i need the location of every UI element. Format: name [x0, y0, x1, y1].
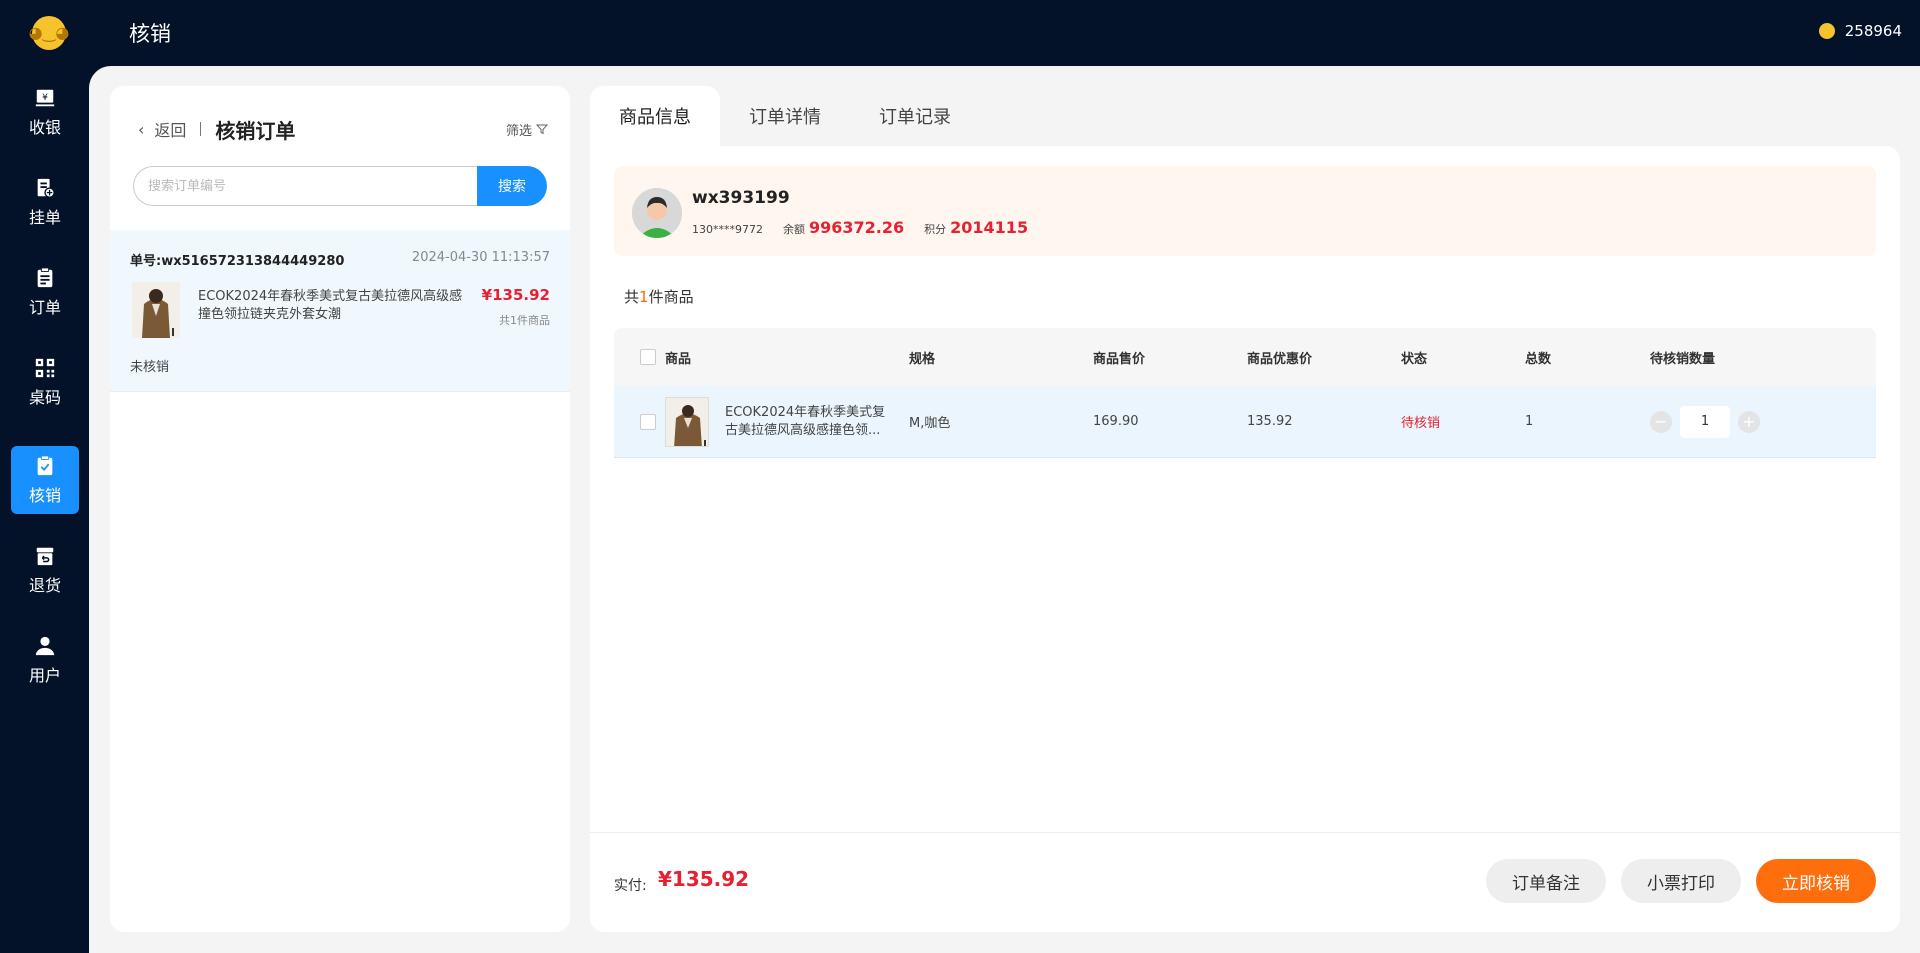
filter-button[interactable]: 筛选 — [506, 120, 548, 139]
avatar — [632, 188, 682, 238]
row-checkbox[interactable] — [640, 413, 656, 430]
col-status: 状态 — [1401, 351, 1428, 367]
points-label: 积分 — [924, 223, 947, 236]
hold-order-icon — [37, 178, 55, 198]
product-thumbnail — [132, 282, 180, 338]
quantity-stepper: − 1 + — [1650, 405, 1760, 438]
panel-title: 核销订单 — [215, 118, 296, 143]
member-phone: 130****9772 — [692, 223, 763, 236]
member-info: 130****9772 余额 996372.26 积分 2014115 — [692, 218, 1028, 237]
nav-item-return[interactable]: 退货 — [11, 536, 79, 604]
select-all-checkbox[interactable] — [640, 349, 656, 365]
row-price: 169.90 — [1093, 414, 1139, 429]
member-card: wx393199 130****9772 余额 996372.26 积分 201… — [614, 166, 1876, 256]
summary-suffix: 件商品 — [648, 288, 694, 306]
row-thumb-cell — [665, 386, 709, 457]
nav-item-cashier[interactable]: ¥ 收银 — [11, 78, 79, 146]
order-list-header: ‹ 返回 核销订单 筛选 — [138, 114, 548, 144]
col-price: 商品售价 — [1093, 351, 1146, 367]
print-receipt-button[interactable]: 小票打印 — [1621, 859, 1741, 903]
order-note-button[interactable]: 订单备注 — [1486, 859, 1606, 903]
top-bar: ◕‿◕ 核销 258964 — [0, 0, 1920, 66]
summary-count: 1 — [639, 288, 649, 306]
product-table: 商品 规格 商品售价 商品优惠价 状态 总数 待核销数量 ECOK2024年春秋… — [614, 328, 1876, 458]
order-product-name: ECOK2024年春秋季美式复古美拉德风高级感撞色领拉链夹克外套女潮 — [198, 289, 463, 322]
row-status: 待核销 — [1401, 416, 1441, 431]
order-list-item[interactable]: 单号:wx516572313844449280 2024-04-30 11:13… — [110, 230, 570, 392]
return-icon — [36, 547, 54, 565]
pay-value: ¥135.92 — [658, 867, 750, 891]
summary-prefix: 共 — [624, 288, 640, 306]
order-item-count: 共1件商品 — [499, 314, 550, 327]
search-button[interactable]: 搜索 — [477, 166, 547, 206]
coin-icon — [1818, 23, 1835, 39]
plus-icon[interactable]: + — [1738, 410, 1760, 433]
nav-label: 订单 — [28, 297, 61, 317]
divider — [200, 122, 202, 136]
quantity-input[interactable]: 1 — [1680, 405, 1730, 438]
search-input[interactable] — [133, 166, 477, 206]
nav-label: 退货 — [28, 575, 61, 595]
product-thumbnail — [665, 396, 709, 447]
item-total: 共1件商品 — [624, 286, 694, 307]
nav-item-user[interactable]: 用户 — [11, 626, 79, 694]
order-time: 2024-04-30 11:13:57 — [411, 250, 550, 265]
nav-label: 核销 — [28, 485, 61, 505]
detail-tabs: 商品信息 订单详情 订单记录 — [590, 86, 980, 146]
nav-item-order[interactable]: 订单 — [11, 258, 79, 326]
col-pending: 待核销数量 — [1650, 351, 1716, 367]
col-discount: 商品优惠价 — [1247, 351, 1313, 367]
pay-label: 实付: — [614, 878, 647, 894]
tab-content: wx393199 130****9772 余额 996372.26 积分 201… — [590, 146, 1900, 932]
nav-label: 用户 — [28, 665, 61, 685]
logo-icon: ◕‿◕ — [29, 16, 69, 50]
cashier-icon: ¥ — [35, 89, 55, 106]
col-spec: 规格 — [909, 351, 936, 367]
row-product-name: ECOK2024年春秋季美式复古美拉德风高级感撞色领... — [725, 404, 886, 438]
balance-label: 余额 — [783, 223, 805, 236]
nav-item-verify[interactable]: 核销 — [11, 446, 79, 514]
svg-text:¥: ¥ — [42, 91, 48, 102]
page-title: 核销 — [129, 22, 171, 46]
side-nav: ¥ 收银 挂单 订单 桌码 核销 退货 用户 — [0, 66, 89, 953]
coin-balance: 258964 — [1818, 22, 1902, 40]
nav-item-hold[interactable]: 挂单 — [11, 168, 79, 236]
row-discount: 135.92 — [1247, 414, 1293, 429]
back-button[interactable]: 返回 — [154, 117, 186, 141]
col-product: 商品 — [665, 351, 692, 367]
member-name: wx393199 — [692, 188, 790, 208]
search-bar: 搜索 — [133, 166, 547, 206]
table-row: ECOK2024年春秋季美式复古美拉德风高级感撞色领... M,咖色 169.9… — [614, 386, 1876, 458]
row-total: 1 — [1525, 414, 1534, 429]
tab-product-info[interactable]: 商品信息 — [590, 86, 720, 146]
balance-value: 996372.26 — [809, 218, 905, 237]
order-list-panel: ‹ 返回 核销订单 筛选 搜索 单号:wx516572313844449280 … — [110, 86, 570, 932]
qrcode-icon — [35, 358, 55, 377]
row-spec: M,咖色 — [909, 416, 951, 431]
filter-icon — [536, 124, 548, 135]
coin-value: 258964 — [1844, 22, 1902, 40]
order-detail-panel: 商品信息 订单详情 订单记录 wx393199 130****9772 余额 9… — [590, 86, 1900, 932]
chevron-left-icon[interactable]: ‹ — [138, 120, 144, 139]
order-status: 未核销 — [130, 360, 170, 375]
minus-icon[interactable]: − — [1650, 410, 1672, 433]
col-total: 总数 — [1525, 351, 1552, 367]
user-icon — [35, 636, 55, 655]
verify-icon — [37, 454, 53, 475]
points-value: 2014115 — [950, 218, 1029, 237]
tab-order-detail[interactable]: 订单详情 — [720, 86, 850, 146]
nav-item-qrcode[interactable]: 桌码 — [11, 348, 79, 416]
filter-label: 筛选 — [505, 123, 532, 139]
nav-label: 桌码 — [28, 387, 61, 407]
tab-order-record[interactable]: 订单记录 — [850, 86, 980, 146]
table-header: 商品 规格 商品售价 商品优惠价 状态 总数 待核销数量 — [614, 328, 1876, 386]
nav-label: 挂单 — [28, 207, 61, 227]
checkout-footer: 实付: ¥135.92 订单备注 小票打印 立即核销 — [590, 832, 1900, 932]
nav-label: 收银 — [28, 117, 61, 137]
verify-now-button[interactable]: 立即核销 — [1756, 859, 1876, 903]
order-icon — [37, 266, 53, 287]
order-price: ¥135.92 — [481, 286, 550, 304]
order-number: 单号:wx516572313844449280 — [130, 254, 345, 269]
